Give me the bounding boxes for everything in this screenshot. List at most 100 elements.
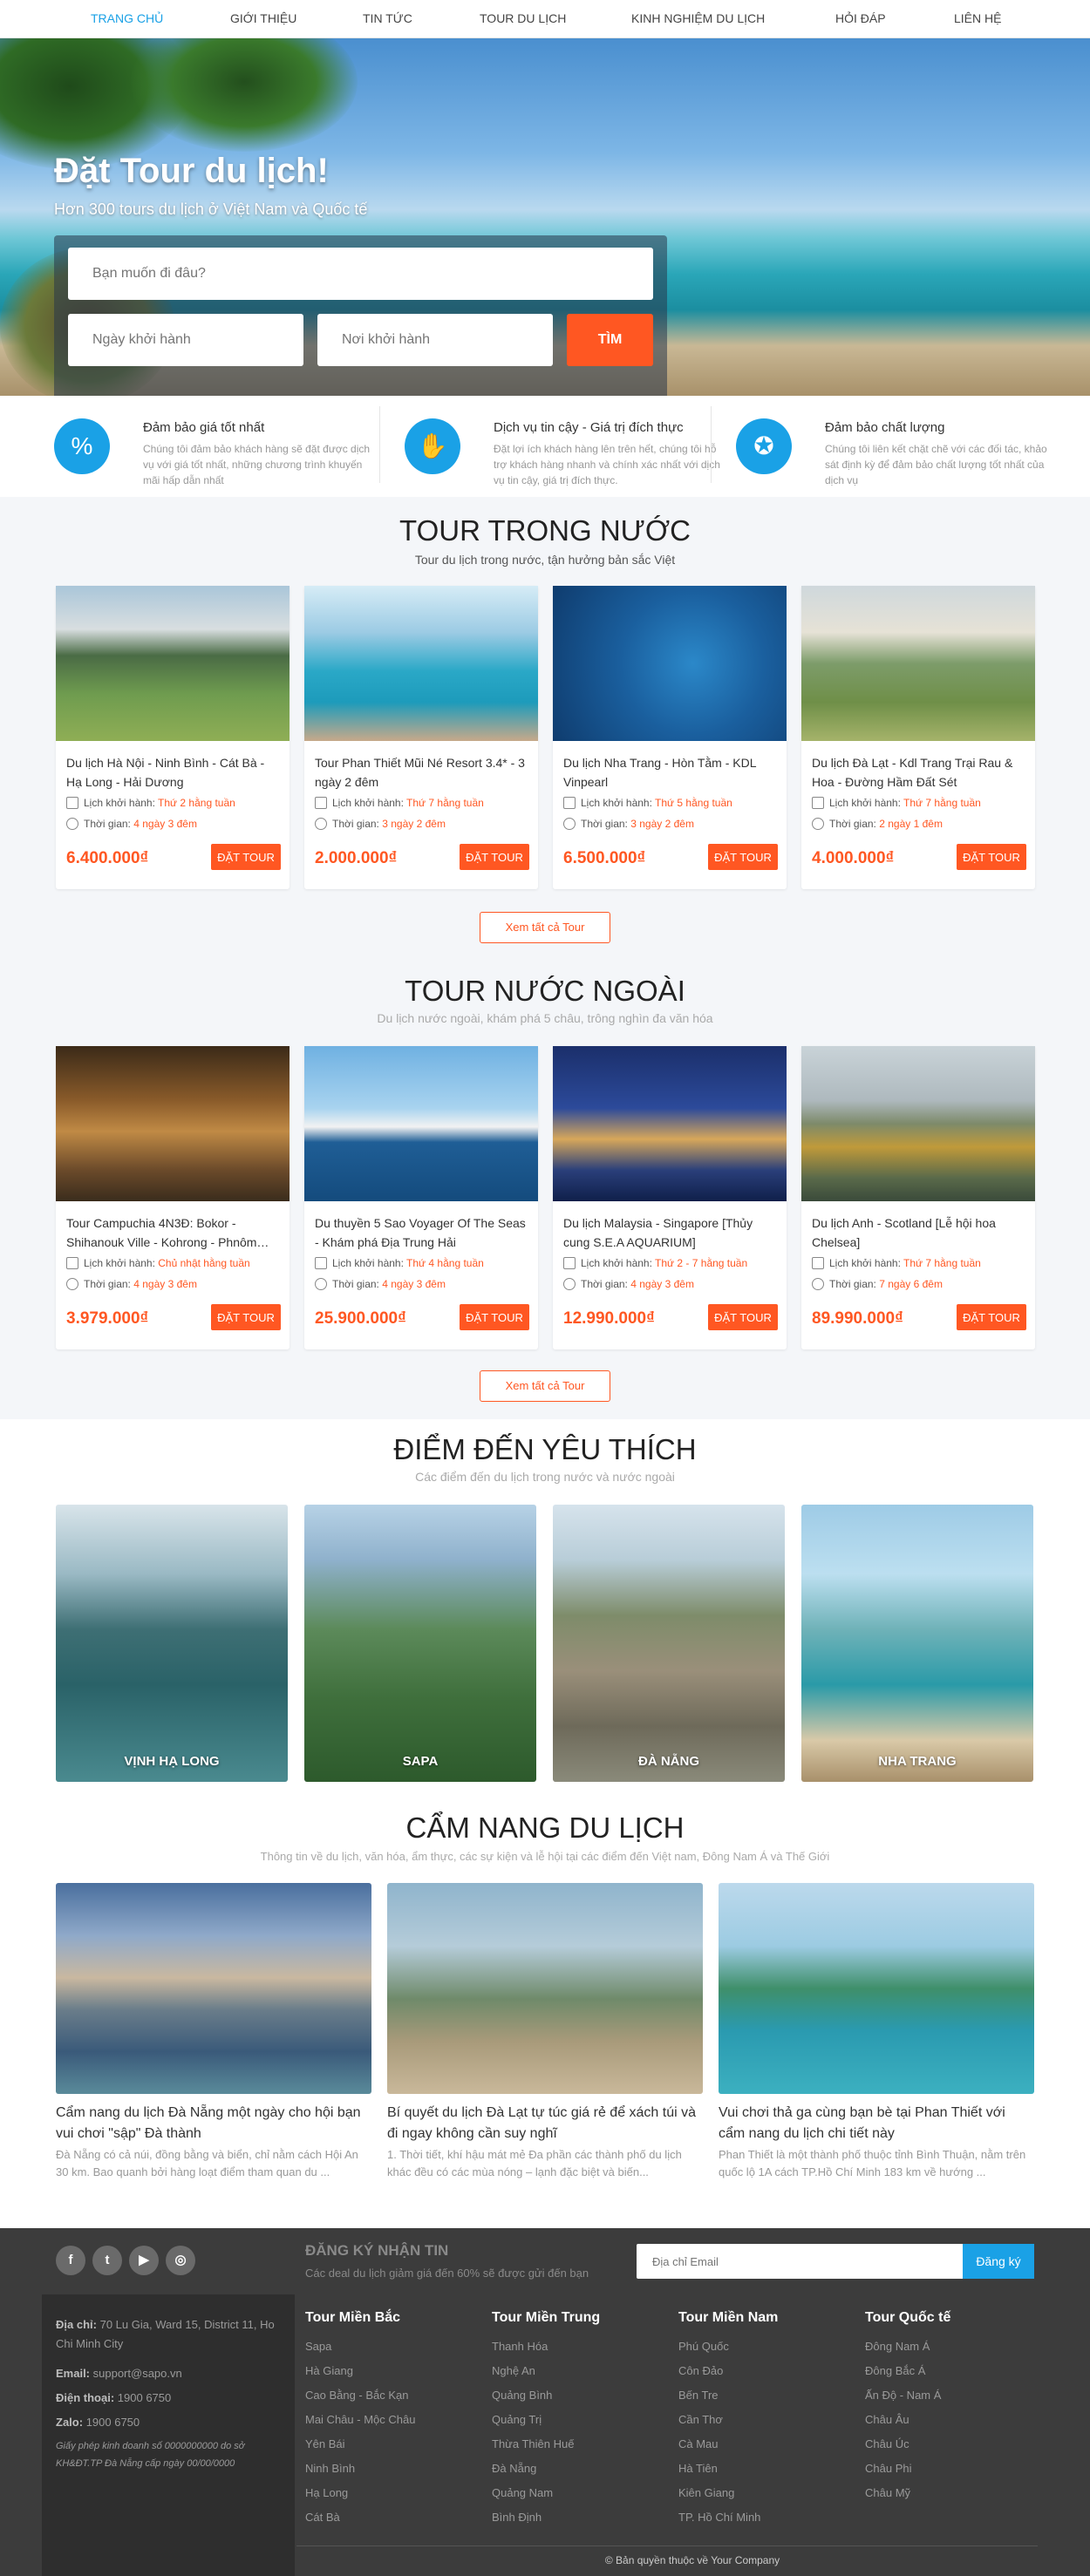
domestic-section-subtitle: Tour du lịch trong nước, tận hưởng bản s…: [414, 553, 676, 567]
tour-card[interactable]: Tour Phan Thiết Mũi Né Resort 3.4* - 3 n…: [304, 586, 538, 889]
footer-link[interactable]: Ninh Bình: [305, 2462, 355, 2475]
blog-post-card[interactable]: Cẩm nang du lịch Đà Nẵng một ngày cho hộ…: [56, 1883, 371, 2206]
divider: [379, 406, 380, 483]
nav-travel-experience[interactable]: KINH NGHIỆM DU LỊCH: [631, 11, 765, 25]
twitter-icon[interactable]: t: [92, 2246, 122, 2275]
nav-home[interactable]: TRANG CHỦ: [91, 11, 163, 25]
footer-link[interactable]: Đông Bắc Á: [865, 2364, 925, 2377]
tour-schedule: Lịch khởi hành: Thứ 7 hằng tuần: [315, 797, 484, 809]
footer-link[interactable]: Đà Nẵng: [492, 2462, 536, 2475]
nav-news[interactable]: TIN TỨC: [363, 11, 412, 25]
newsletter-title: ĐĂNG KÝ NHẬN TIN: [305, 2242, 449, 2259]
departure-place-input[interactable]: [317, 314, 553, 366]
tour-card[interactable]: Du lịch Đà Lạt - Kdl Trang Trại Rau & Ho…: [801, 586, 1035, 889]
blog-post-card[interactable]: Bí quyết du lịch Đà Lạt tự túc giá rẻ để…: [387, 1883, 703, 2206]
tour-name[interactable]: Du lịch Malaysia - Singapore [Thủy cung …: [563, 1213, 778, 1252]
destination-card[interactable]: ĐÀ NẴNG: [553, 1505, 785, 1782]
footer-phone[interactable]: Điện thoại: 1900 6750: [56, 2389, 284, 2408]
tour-card[interactable]: Tour Campuchia 4N3Đ: Bokor - Shihanouk V…: [56, 1046, 290, 1349]
view-all-domestic-button[interactable]: Xem tất cả Tour: [480, 912, 610, 943]
footer-link[interactable]: Phú Quốc: [678, 2340, 729, 2353]
newsletter-email-input[interactable]: [637, 2244, 963, 2279]
footer-link[interactable]: Bến Tre: [678, 2389, 719, 2402]
footer-link[interactable]: Ấn Độ - Nam Á: [865, 2389, 941, 2402]
footer-link[interactable]: Cần Thơ: [678, 2413, 723, 2426]
footer-link[interactable]: TP. Hồ Chí Minh: [678, 2511, 760, 2524]
tour-name[interactable]: Tour Phan Thiết Mũi Né Resort 3.4* - 3 n…: [315, 753, 529, 792]
nav-contact[interactable]: LIÊN HỆ: [954, 11, 1001, 25]
destination-card[interactable]: VỊNH HẠ LONG: [56, 1505, 288, 1782]
footer-link[interactable]: Mai Châu - Mộc Châu: [305, 2413, 415, 2426]
footer-link[interactable]: Bình Định: [492, 2511, 542, 2524]
hero-subtitle: Hơn 300 tours du lịch ở Việt Nam và Quốc…: [54, 201, 368, 218]
footer-link[interactable]: Đông Nam Á: [865, 2340, 930, 2353]
footer-license: Giấy phép kinh doanh số 0000000000 do sở…: [56, 2441, 245, 2469]
view-all-international-button[interactable]: Xem tất cả Tour: [480, 1370, 610, 1402]
footer-link[interactable]: Thừa Thiên Huế: [492, 2437, 574, 2450]
footer-link[interactable]: Quảng Nam: [492, 2486, 553, 2499]
footer-link[interactable]: Cao Bằng - Bắc Kạn: [305, 2389, 409, 2402]
blog-post-card[interactable]: Vui chơi thả ga cùng bạn bè tại Phan Thi…: [719, 1883, 1034, 2206]
clock-icon: [563, 818, 576, 830]
book-tour-button[interactable]: ĐẶT TOUR: [957, 844, 1026, 870]
nav-tours[interactable]: TOUR DU LỊCH: [480, 11, 566, 25]
search-button[interactable]: TÌM: [567, 314, 653, 366]
tour-card[interactable]: Du lịch Nha Trang - Hòn Tằm - KDL Vinpea…: [553, 586, 787, 889]
footer-link[interactable]: Cà Mau: [678, 2437, 719, 2450]
blog-title[interactable]: Bí quyết du lịch Đà Lạt tự túc giá rẻ để…: [387, 2103, 703, 2144]
footer-link[interactable]: Côn Đảo: [678, 2364, 723, 2377]
book-tour-button[interactable]: ĐẶT TOUR: [708, 844, 778, 870]
footer-link[interactable]: Hà Tiên: [678, 2462, 718, 2475]
tour-name[interactable]: Du lịch Nha Trang - Hòn Tằm - KDL Vinpea…: [563, 753, 778, 792]
book-tour-button[interactable]: ĐẶT TOUR: [460, 844, 529, 870]
footer-link[interactable]: Châu Âu: [865, 2413, 909, 2426]
facebook-icon[interactable]: f: [56, 2246, 85, 2275]
footer-link[interactable]: Hà Giang: [305, 2364, 353, 2377]
footer-link[interactable]: Hạ Long: [305, 2486, 348, 2499]
book-tour-button[interactable]: ĐẶT TOUR: [708, 1304, 778, 1330]
tour-card[interactable]: Du thuyền 5 Sao Voyager Of The Seas - Kh…: [304, 1046, 538, 1349]
footer-link[interactable]: Châu Phi: [865, 2462, 911, 2475]
blog-title[interactable]: Vui chơi thả ga cùng bạn bè tại Phan Thi…: [719, 2103, 1034, 2144]
footer-link[interactable]: Quảng Bình: [492, 2389, 552, 2402]
destination-card[interactable]: SAPA: [304, 1505, 536, 1782]
tour-name[interactable]: Tour Campuchia 4N3Đ: Bokor - Shihanouk V…: [66, 1213, 281, 1252]
book-tour-button[interactable]: ĐẶT TOUR: [211, 1304, 281, 1330]
tour-price: 89.990.000₫: [812, 1309, 903, 1328]
book-tour-button[interactable]: ĐẶT TOUR: [460, 1304, 529, 1330]
book-tour-button[interactable]: ĐẶT TOUR: [957, 1304, 1026, 1330]
footer-link[interactable]: Yên Bái: [305, 2437, 345, 2450]
nav-about[interactable]: GIỚI THIỆU: [230, 11, 296, 25]
book-tour-button[interactable]: ĐẶT TOUR: [211, 844, 281, 870]
footer-link[interactable]: Cát Bà: [305, 2511, 340, 2524]
tour-card[interactable]: Du lịch Anh - Scotland [Lễ hội hoa Chels…: [801, 1046, 1035, 1349]
instagram-icon[interactable]: ◎: [166, 2246, 195, 2275]
footer-link[interactable]: Quảng Trị: [492, 2413, 542, 2426]
tour-price: 25.900.000₫: [315, 1309, 406, 1328]
footer-link[interactable]: Nghệ An: [492, 2364, 535, 2377]
tour-name[interactable]: Du lịch Anh - Scotland [Lễ hội hoa Chels…: [812, 1213, 1026, 1252]
footer-link[interactable]: Châu Mỹ: [865, 2486, 910, 2499]
footer-email[interactable]: Email: support@sapo.vn: [56, 2364, 284, 2383]
footer-zalo[interactable]: Zalo: 1900 6750: [56, 2413, 284, 2432]
departure-date-input[interactable]: [68, 314, 303, 366]
tour-card[interactable]: Du lịch Malaysia - Singapore [Thủy cung …: [553, 1046, 787, 1349]
blog-title[interactable]: Cẩm nang du lịch Đà Nẵng một ngày cho hộ…: [56, 2103, 371, 2144]
nav-faq[interactable]: HỎI ĐÁP: [835, 11, 886, 25]
footer-divider: [296, 2545, 1038, 2546]
tour-name[interactable]: Du lịch Hà Nội - Ninh Bình - Cát Bà - Hạ…: [66, 753, 281, 792]
destination-card[interactable]: NHA TRANG: [801, 1505, 1033, 1782]
footer-link[interactable]: Châu Úc: [865, 2437, 909, 2450]
hero-title: Đặt Tour du lịch!: [54, 152, 329, 190]
footer-link[interactable]: Kiên Giang: [678, 2486, 734, 2499]
youtube-icon[interactable]: ▶: [129, 2246, 159, 2275]
tour-card[interactable]: Du lịch Hà Nội - Ninh Bình - Cát Bà - Hạ…: [56, 586, 290, 889]
footer-link[interactable]: Thanh Hóa: [492, 2340, 548, 2353]
footer-link[interactable]: Sapa: [305, 2340, 331, 2353]
calendar-icon: [315, 1257, 327, 1269]
tour-name[interactable]: Du thuyền 5 Sao Voyager Of The Seas - Kh…: [315, 1213, 529, 1252]
subscribe-button[interactable]: Đăng ký: [963, 2244, 1034, 2279]
destination-input[interactable]: [68, 248, 653, 300]
tour-duration: Thời gian: 4 ngày 3 đêm: [315, 1278, 446, 1290]
tour-name[interactable]: Du lịch Đà Lạt - Kdl Trang Trại Rau & Ho…: [812, 753, 1026, 792]
